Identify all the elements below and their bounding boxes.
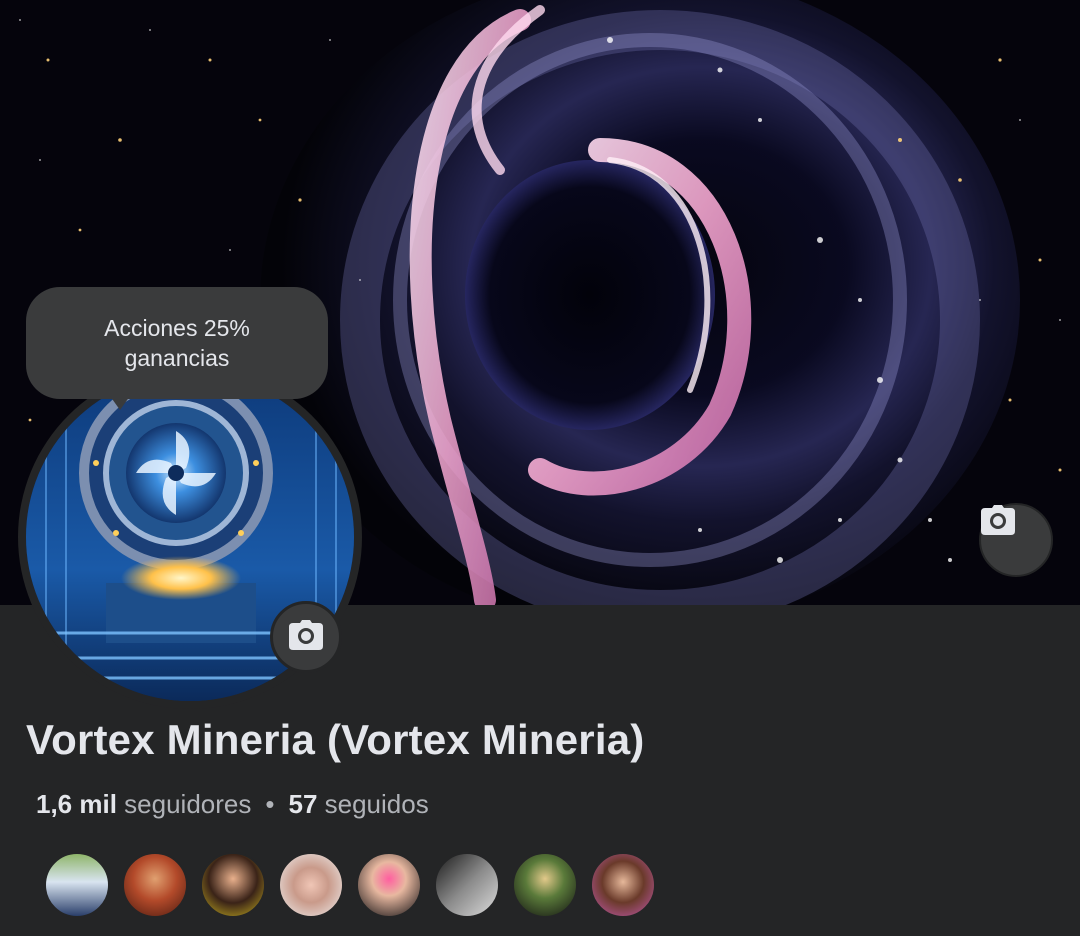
friend-avatar[interactable]	[200, 852, 266, 918]
profile-stats: 1,6 mil seguidores • 57 seguidos	[36, 789, 429, 820]
friend-avatar[interactable]	[512, 852, 578, 918]
friend-avatar[interactable]	[44, 852, 110, 918]
friend-avatar[interactable]	[122, 852, 188, 918]
stats-separator: •	[265, 789, 275, 819]
profile-camera-button[interactable]	[270, 601, 342, 673]
friend-avatar[interactable]	[356, 852, 422, 918]
note-bubble-tail	[110, 396, 130, 410]
friend-avatar[interactable]	[590, 852, 656, 918]
camera-icon	[289, 619, 323, 655]
profile-page: Acciones 25% ganancias Vortex Mineria (V…	[0, 0, 1080, 936]
followers-label: seguidores	[124, 789, 252, 819]
following-link[interactable]: 57 seguidos	[288, 789, 428, 819]
friend-avatar[interactable]	[278, 852, 344, 918]
following-label: seguidos	[324, 789, 429, 819]
cover-camera-button[interactable]	[979, 503, 1053, 577]
profile-note-bubble[interactable]: Acciones 25% ganancias	[26, 287, 328, 399]
following-count: 57	[288, 789, 318, 819]
followers-count: 1,6 mil	[36, 789, 117, 819]
profile-name: Vortex Mineria (Vortex Mineria)	[26, 716, 645, 763]
followers-link[interactable]: 1,6 mil seguidores	[36, 789, 251, 819]
friend-avatar[interactable]	[434, 852, 500, 918]
